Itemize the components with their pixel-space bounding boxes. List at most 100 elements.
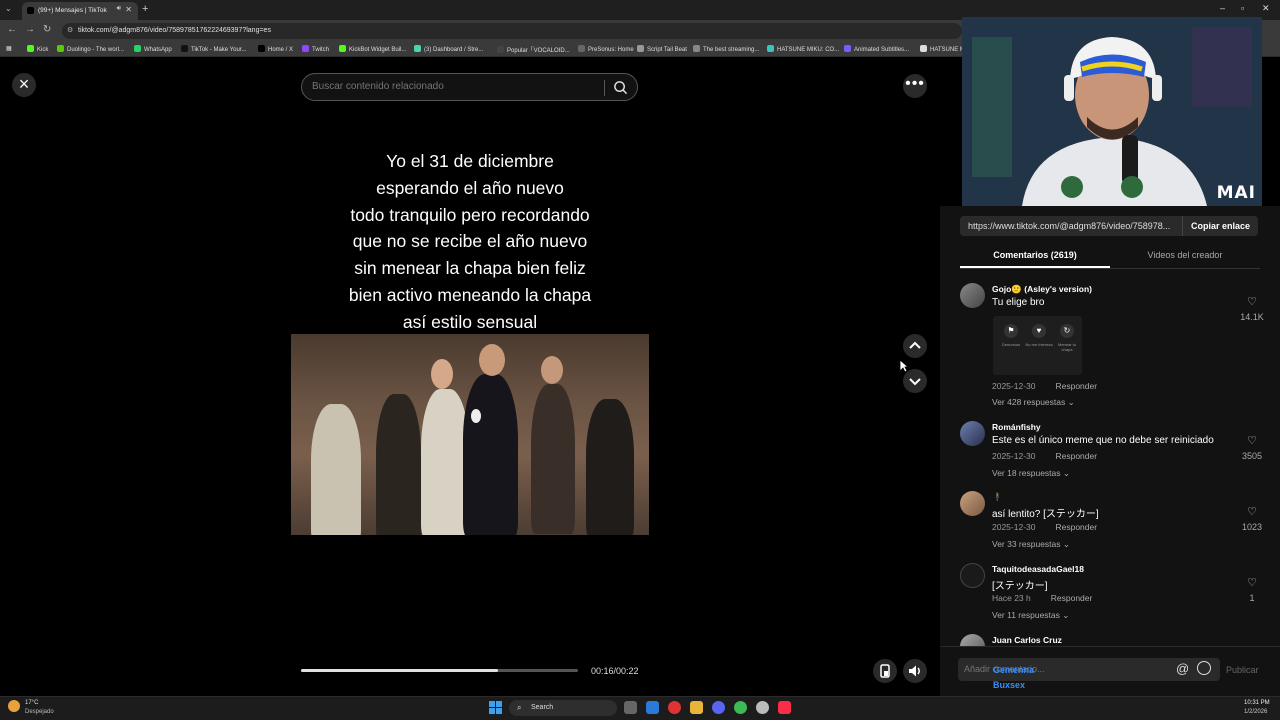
bookmark-item[interactable]: Duolingo - The worl...: [57, 45, 124, 53]
heart-icon: ♥: [1032, 324, 1046, 338]
heart-outline-icon: ♡: [1247, 577, 1257, 589]
avatar[interactable]: [960, 283, 985, 308]
forward-button[interactable]: →: [25, 24, 35, 35]
url-bar[interactable]: ⚙ tiktok.com/@adgm876/video/758978517622…: [62, 23, 962, 39]
bookmark-favicon-icon: [181, 45, 188, 52]
bookmark-label: The best streaming...: [703, 47, 760, 53]
task-view-icon[interactable]: [624, 701, 637, 714]
bookmark-item[interactable]: Home / X: [258, 45, 293, 53]
weather-description[interactable]: Despejado: [25, 709, 54, 715]
view-replies-button[interactable]: Ver 428 respuestas ⌄: [992, 397, 1075, 408]
more-options-button[interactable]: •••: [903, 74, 927, 98]
like-button[interactable]: ♡ 3505: [1237, 436, 1267, 462]
new-tab-button[interactable]: +: [142, 3, 148, 15]
bookmark-favicon-icon: [302, 45, 309, 52]
comment-text: Este es el único meme que no debe ser re…: [992, 435, 1214, 446]
bookmark-item[interactable]: KickBot Widget Buil...: [339, 45, 406, 53]
view-replies-button[interactable]: Ver 18 respuestas ⌄: [992, 468, 1070, 479]
comment-username[interactable]: Gojo🙂 (Asley's version): [992, 284, 1092, 295]
start-icon[interactable]: [489, 701, 502, 714]
previous-video-button[interactable]: [903, 334, 927, 358]
comment-username[interactable]: 🕴: [992, 492, 1003, 503]
bookmark-item[interactable]: Kick: [27, 45, 48, 53]
avatar[interactable]: [960, 491, 985, 516]
bookmark-item[interactable]: PreSonus: Home: [578, 45, 634, 53]
bookmark-item[interactable]: Popular「VOCALOID...: [497, 45, 570, 54]
comment-date: 2025-12-30: [992, 381, 1036, 391]
caption-line: así estilo sensual: [402, 311, 538, 332]
bookmark-item[interactable]: Script Tail Beat: [637, 45, 687, 53]
clock-time[interactable]: 10:31 PM: [1244, 700, 1270, 706]
reply-button[interactable]: Responder: [1055, 381, 1097, 391]
emoji-icon[interactable]: [1197, 661, 1211, 675]
bookmark-item[interactable]: TikTok - Make Your...: [181, 45, 246, 53]
maximize-button[interactable]: ▫: [1241, 3, 1244, 13]
bookmark-label: (3) Dashboard / Stre...: [424, 47, 484, 53]
mention-icon[interactable]: @: [1176, 661, 1189, 676]
back-button[interactable]: ←: [7, 24, 17, 35]
audio-playing-icon[interactable]: 🔊︎: [117, 5, 121, 13]
copy-link-button[interactable]: Copiar enlace: [1182, 216, 1258, 236]
browser-tab[interactable]: (99+) Mensajes | TikTok 🔊︎ ✕: [22, 2, 138, 20]
webcam-watermark: MAI: [1216, 183, 1256, 203]
refresh-icon: ↻: [1060, 324, 1074, 338]
related-search-input[interactable]: [312, 81, 602, 92]
bookmark-label: KickBot Widget Buil...: [349, 47, 407, 53]
like-button[interactable]: ♡ 1: [1237, 577, 1267, 604]
publish-button[interactable]: Publicar: [1226, 665, 1259, 675]
picture-in-picture-button[interactable]: [873, 659, 897, 683]
tab-close-icon[interactable]: ✕: [125, 5, 132, 14]
weather-temperature[interactable]: 17°C: [25, 700, 38, 706]
bookmark-item[interactable]: HATSUNE MIKU: CO...: [767, 45, 839, 53]
window-close-button[interactable]: ✕: [1262, 3, 1270, 14]
bookmark-item[interactable]: Animated Subtitles...: [844, 45, 909, 53]
like-button[interactable]: ♡ 1023: [1237, 507, 1267, 533]
bookmark-item[interactable]: WhatsApp: [134, 45, 172, 53]
tab-search-button[interactable]: ⌄: [5, 4, 12, 13]
music-icon[interactable]: [778, 701, 791, 714]
chatgpt-icon[interactable]: [756, 701, 769, 714]
view-replies-label: Ver 428 respuestas: [992, 397, 1066, 407]
clock-date[interactable]: 1/2/2026: [1244, 709, 1267, 715]
chrome-icon[interactable]: [734, 701, 747, 714]
reply-button[interactable]: Responder: [1051, 593, 1093, 603]
search-icon[interactable]: [613, 80, 628, 95]
taskbar-search[interactable]: ⌕ Search: [509, 700, 617, 716]
site-info-icon[interactable]: ⚙: [67, 26, 73, 34]
chevron-down-icon: ⌄: [1062, 610, 1070, 620]
comment-text: así lentito? [ステッカー]: [992, 509, 1099, 520]
apps-grid-icon[interactable]: ▦: [6, 45, 12, 52]
comment-username[interactable]: Juan Carlos Cruz: [992, 635, 1062, 645]
close-video-button[interactable]: ×: [12, 73, 36, 97]
share-url-field[interactable]: https://www.tiktok.com/@adgm876/video/75…: [960, 216, 1182, 236]
reply-button[interactable]: Responder: [1055, 451, 1097, 461]
view-replies-button[interactable]: Ver 11 respuestas ⌄: [992, 610, 1069, 621]
volume-button[interactable]: [903, 659, 927, 683]
view-replies-button[interactable]: Ver 33 respuestas ⌄: [992, 539, 1070, 550]
bookmark-item[interactable]: The best streaming...: [693, 45, 759, 53]
edge-icon[interactable]: [646, 701, 659, 714]
comment-sticker-image: ⚑ Denunciar ♥ No me interesa ↻ Menear tu…: [993, 316, 1082, 375]
avatar[interactable]: [960, 421, 985, 446]
bookmark-item[interactable]: HATSUNE M: [920, 45, 965, 53]
streamer-image: [962, 17, 1262, 206]
webcam-overlay: MAI: [962, 17, 1262, 206]
discord-icon[interactable]: [712, 701, 725, 714]
bookmark-item[interactable]: (3) Dashboard / Stre...: [414, 45, 483, 53]
tab-comments[interactable]: Comentarios (2619): [960, 250, 1110, 260]
tab-creator-videos[interactable]: Videos del creador: [1110, 250, 1260, 260]
file-explorer-icon[interactable]: [690, 701, 703, 714]
weather-icon[interactable]: [8, 700, 20, 712]
bookmark-item[interactable]: Twitch: [302, 45, 329, 53]
opera-icon[interactable]: [668, 701, 681, 714]
like-button[interactable]: ♡ 14.1K: [1237, 297, 1267, 323]
comment-username[interactable]: TaquitodeasadaGael18: [992, 564, 1084, 574]
avatar[interactable]: [960, 563, 985, 588]
comment-username[interactable]: Románfishy: [992, 422, 1041, 432]
reply-button[interactable]: Responder: [1055, 522, 1097, 532]
minimize-button[interactable]: –: [1220, 3, 1225, 13]
caption-line: que no se recibe el año nuevo: [352, 231, 588, 252]
bookmark-favicon-icon: [57, 45, 64, 52]
reload-button[interactable]: ↻: [43, 24, 51, 35]
search-icon: ⌕: [517, 703, 522, 712]
